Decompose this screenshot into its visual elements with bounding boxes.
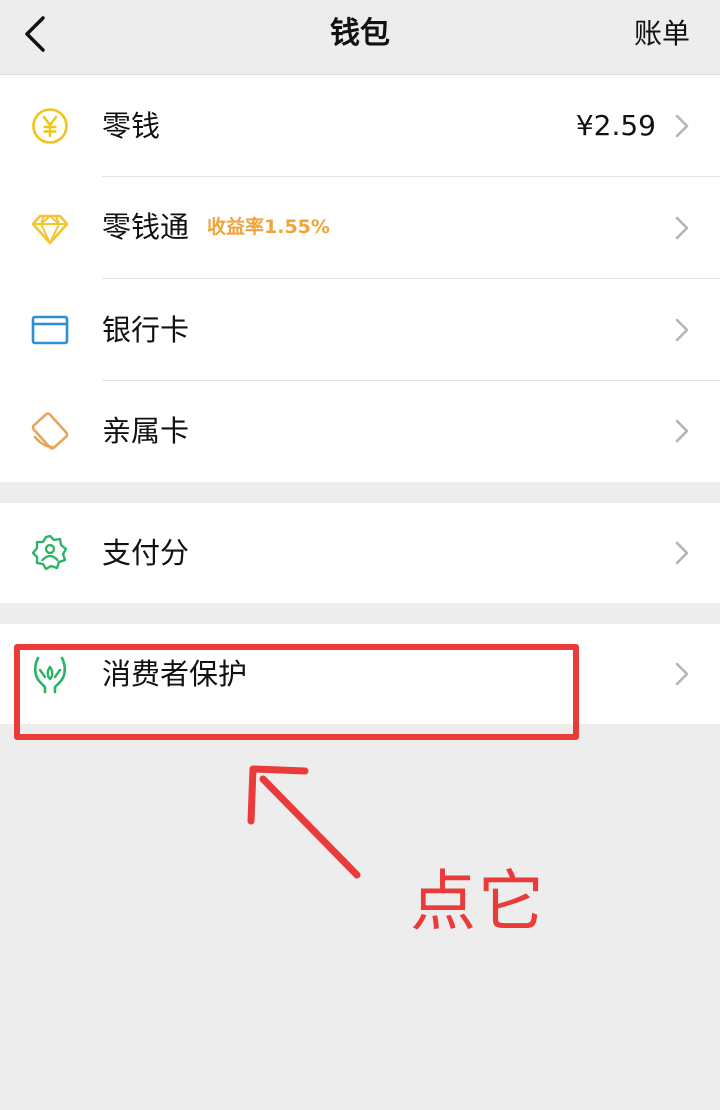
chevron-right-icon [675, 419, 689, 443]
family-card-icon [31, 412, 69, 450]
wallet-items-group: 零钱 ¥2.59 零钱通 收益率1.55% 银行卡 亲属卡 [0, 75, 720, 482]
chevron-right-icon [675, 114, 689, 138]
list-item-pay-score[interactable]: 支付分 [0, 503, 720, 603]
list-item-label: 零钱通 收益率1.55% [102, 207, 330, 249]
annotation-text: 点它 [410, 863, 546, 940]
pay-score-group: 支付分 [0, 503, 720, 603]
list-item-label: 支付分 [102, 536, 190, 570]
balance-value: ¥2.59 [575, 109, 656, 142]
list-item-family-card[interactable]: 亲属卡 [0, 381, 720, 481]
list-item-bank-card[interactable]: 银行卡 [0, 279, 720, 381]
bank-card-icon [31, 315, 69, 345]
list-item-label: 银行卡 [102, 313, 190, 347]
annotation-arrow-icon [247, 765, 361, 879]
chevron-right-icon [675, 662, 689, 686]
page-title: 钱包 [330, 16, 390, 51]
diamond-icon [31, 214, 69, 245]
list-item-change[interactable]: 零钱 ¥2.59 [0, 75, 720, 177]
protect-hands-icon [33, 656, 67, 694]
chevron-right-icon [675, 318, 689, 342]
list-item-change-pass[interactable]: 零钱通 收益率1.55% [0, 177, 720, 279]
pay-score-icon [31, 534, 68, 571]
yield-rate-badge: 收益率1.55% [207, 216, 330, 238]
list-item-label: 零钱 [102, 109, 161, 143]
list-item-label: 消费者保护 [102, 657, 248, 691]
list-item-label-text: 零钱通 [102, 210, 190, 244]
yuan-coin-icon [32, 108, 68, 144]
chevron-right-icon [675, 216, 689, 240]
consumer-protection-group: 消费者保护 [0, 624, 720, 724]
top-bar: 钱包 账单 [0, 0, 720, 75]
list-item-consumer-protection[interactable]: 消费者保护 [0, 624, 720, 724]
list-item-label: 亲属卡 [102, 414, 190, 448]
chevron-right-icon [675, 541, 689, 565]
bill-link[interactable]: 账单 [634, 14, 690, 54]
